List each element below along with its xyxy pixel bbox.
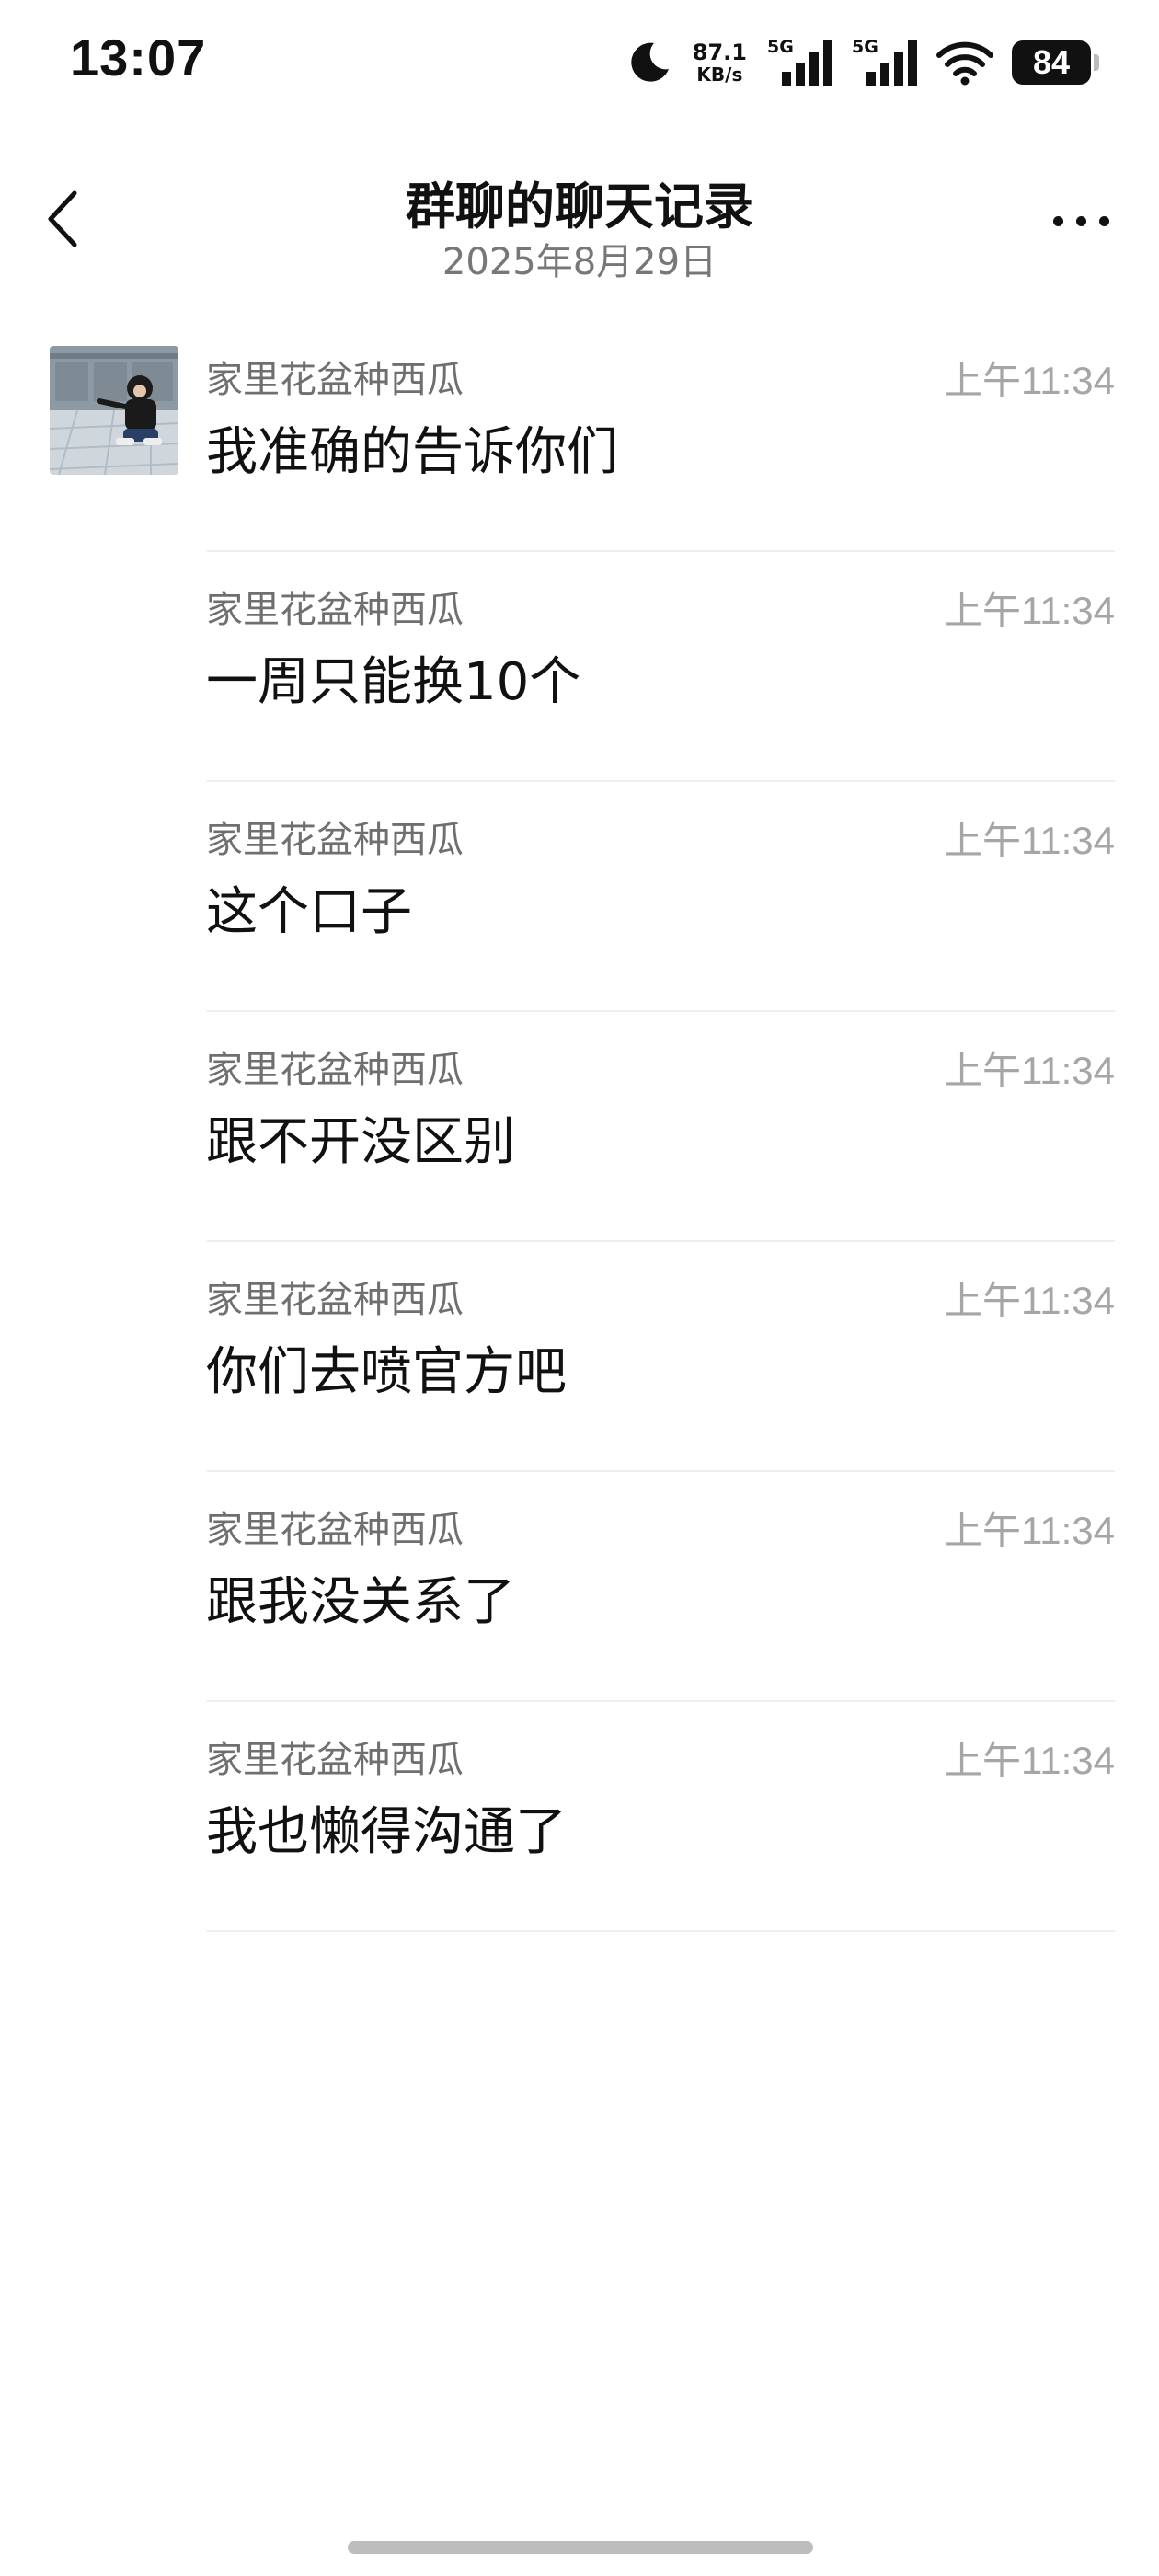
message-text: 我准确的告诉你们 — [206, 422, 618, 482]
page-title: 群聊的聊天记录 — [406, 178, 753, 236]
more-icon — [1052, 215, 1063, 226]
home-indicator[interactable] — [348, 2541, 813, 2554]
more-button[interactable] — [1041, 198, 1120, 244]
message-item[interactable]: 家里花盆种西瓜 上午11:34 一周只能换10个 — [0, 552, 1159, 782]
sender-name: 家里花盆种西瓜 — [206, 359, 464, 401]
status-time: 13:07 — [70, 29, 207, 86]
message-item[interactable]: 家里花盆种西瓜 上午11:34 我准确的告诉你们 — [0, 322, 1159, 552]
message-time: 上午11:34 — [944, 1279, 1115, 1322]
chat-history-screen: 13:07 87.1 KB/s 5G 5G 84 群聊的聊天记录 2025年8月… — [0, 0, 1159, 2576]
moon-icon — [626, 40, 672, 86]
network-speed: 87.1 KB/s — [693, 41, 747, 84]
message-text: 你们去喷官方吧 — [206, 1342, 567, 1402]
message-item[interactable]: 家里花盆种西瓜 上午11:34 跟我没关系了 — [0, 1472, 1159, 1702]
message-text: 跟我没关系了 — [206, 1572, 515, 1632]
message-list: 家里花盆种西瓜 上午11:34 我准确的告诉你们 家里花盆种西瓜 上午11:34… — [0, 322, 1159, 1932]
sender-name: 家里花盆种西瓜 — [206, 819, 464, 861]
more-icon-dot — [1075, 215, 1086, 226]
sender-name: 家里花盆种西瓜 — [206, 1279, 464, 1321]
page-subtitle-date: 2025年8月29日 — [442, 241, 717, 283]
divider — [206, 1930, 1115, 1932]
message-time: 上午11:34 — [944, 1739, 1115, 1782]
message-item[interactable]: 家里花盆种西瓜 上午11:34 跟不开没区别 — [0, 1012, 1159, 1242]
message-time: 上午11:34 — [944, 1509, 1115, 1552]
message-text: 一周只能换10个 — [206, 652, 581, 712]
sender-name: 家里花盆种西瓜 — [206, 1049, 464, 1091]
message-time: 上午11:34 — [944, 819, 1115, 862]
network-speed-unit: KB/s — [696, 63, 743, 86]
chat-history-header: 群聊的聊天记录 2025年8月29日 — [0, 147, 1159, 285]
message-text: 我也懒得沟通了 — [206, 1802, 567, 1862]
message-time: 上午11:34 — [944, 589, 1115, 632]
message-item[interactable]: 家里花盆种西瓜 上午11:34 我也懒得沟通了 — [0, 1702, 1159, 1932]
battery-icon: 84 — [1012, 40, 1099, 85]
more-icon-dot — [1098, 215, 1109, 226]
avatar[interactable] — [50, 346, 178, 475]
cellular-signal-icon: 5G — [852, 37, 924, 88]
message-text: 跟不开没区别 — [206, 1112, 515, 1172]
message-text: 这个口子 — [206, 882, 412, 942]
status-icons: 87.1 KB/s 5G 5G 84 — [626, 33, 1099, 92]
cellular-signal-icon: 5G — [767, 37, 839, 88]
battery-level: 84 — [1032, 43, 1071, 81]
message-time: 上午11:34 — [944, 1049, 1115, 1092]
sender-name: 家里花盆种西瓜 — [206, 589, 464, 631]
network-speed-value: 87.1 — [692, 40, 747, 65]
message-item[interactable]: 家里花盆种西瓜 上午11:34 你们去喷官方吧 — [0, 1242, 1159, 1472]
wifi-icon — [936, 40, 993, 86]
status-bar: 13:07 87.1 KB/s 5G 5G 84 — [0, 0, 1159, 129]
sender-name: 家里花盆种西瓜 — [206, 1739, 464, 1781]
message-item[interactable]: 家里花盆种西瓜 上午11:34 这个口子 — [0, 782, 1159, 1012]
sender-name: 家里花盆种西瓜 — [206, 1509, 464, 1551]
message-time: 上午11:34 — [944, 359, 1115, 402]
